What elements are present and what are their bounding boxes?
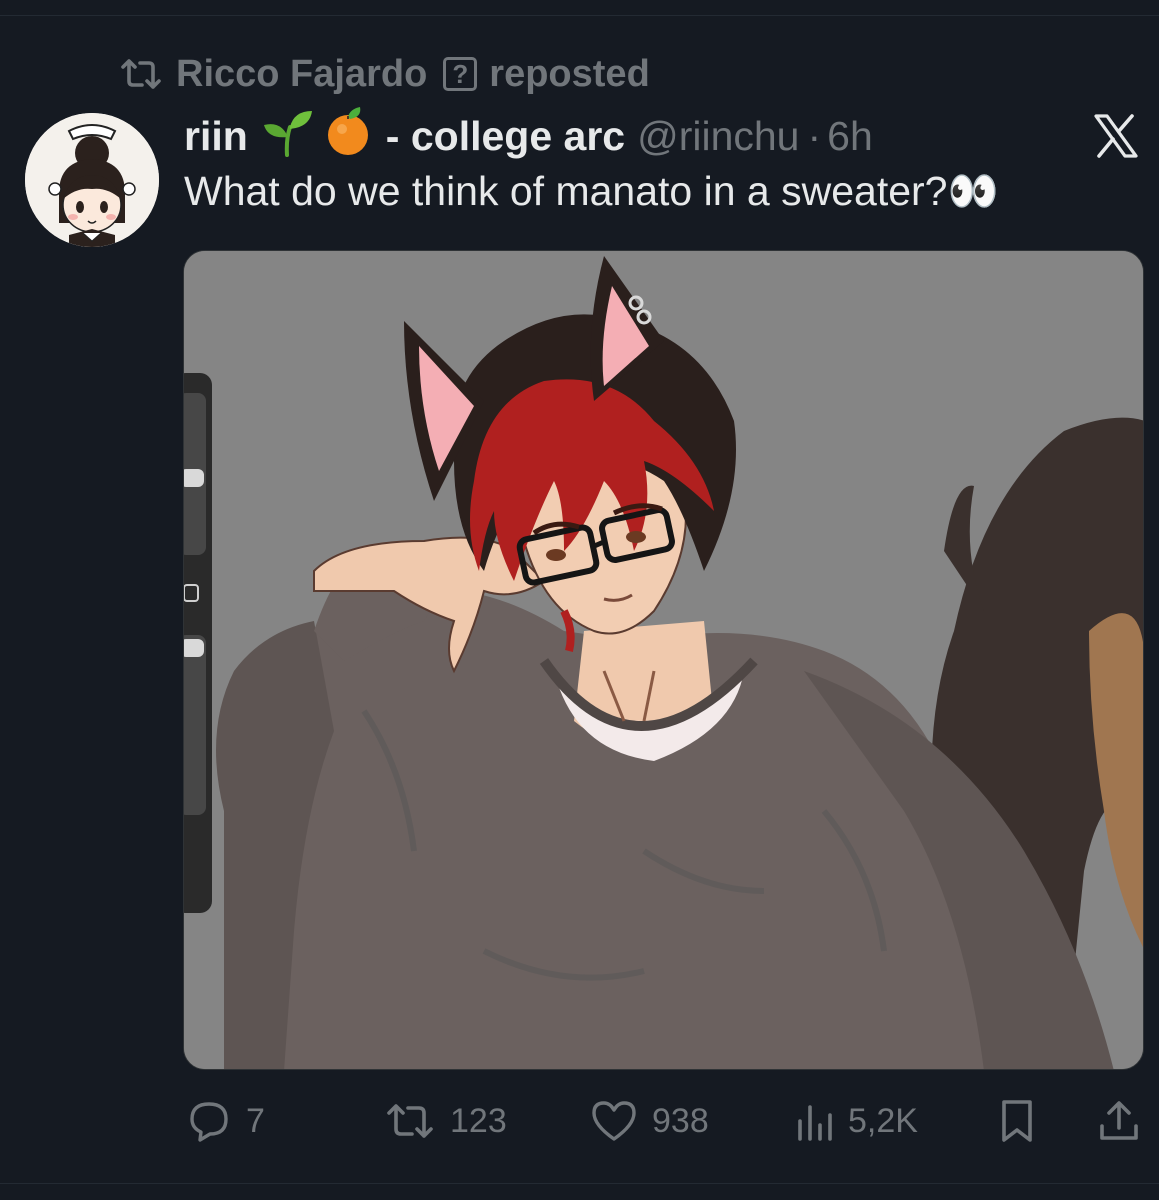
tweet-header: riin - college arc @riinchu · 6h [184,107,873,162]
share-button[interactable] [1096,1093,1142,1149]
views-icon [798,1105,832,1141]
bookmark-icon [1002,1100,1032,1142]
action-bar: 7 123 938 5,2K [0,1093,1159,1153]
repost-icon [121,59,161,89]
repost-button[interactable]: 123 [384,1093,507,1149]
bottom-divider [0,1183,1159,1184]
tweet-text: What do we think of manato in a sweater? [184,168,948,214]
user-handle[interactable]: @riinchu [637,113,799,160]
tweet-time[interactable]: 6h [827,113,873,160]
seedling-icon [260,105,314,167]
separator-dot: · [807,112,822,159]
unknown-badge-icon: ? [443,57,478,91]
repost-label: reposted [489,52,650,95]
repost-icon [387,1104,433,1138]
like-button[interactable]: 938 [590,1093,709,1149]
views-button[interactable]: 5,2K [794,1093,918,1149]
like-count: 938 [652,1101,709,1140]
avatar[interactable] [25,113,159,247]
repost-count: 123 [450,1101,507,1140]
display-name-suffix[interactable]: - college arc [386,113,625,160]
reply-count: 7 [246,1101,265,1140]
eyes-emoji: 👀 [947,168,999,214]
x-logo-icon [1094,114,1138,158]
display-name[interactable]: riin [184,113,248,160]
tangerine-icon [326,105,372,167]
bookmark-button[interactable] [998,1093,1036,1149]
repost-header: Ricco Fajardo ? reposted [118,52,650,96]
reply-icon [190,1102,228,1142]
tweet-card[interactable]: Ricco Fajardo ? reposted riin - college … [0,0,1159,1200]
share-icon [1100,1101,1138,1140]
repost-user-name[interactable]: Ricco Fajardo [176,53,427,96]
top-divider [0,15,1159,16]
tweet-image[interactable] [183,250,1144,1070]
views-count: 5,2K [848,1101,918,1140]
reply-button[interactable]: 7 [186,1093,265,1149]
heart-icon [592,1101,636,1141]
artwork-illustration [184,251,1143,1069]
tweet-text-row: What do we think of manato in a sweater?… [184,168,999,216]
